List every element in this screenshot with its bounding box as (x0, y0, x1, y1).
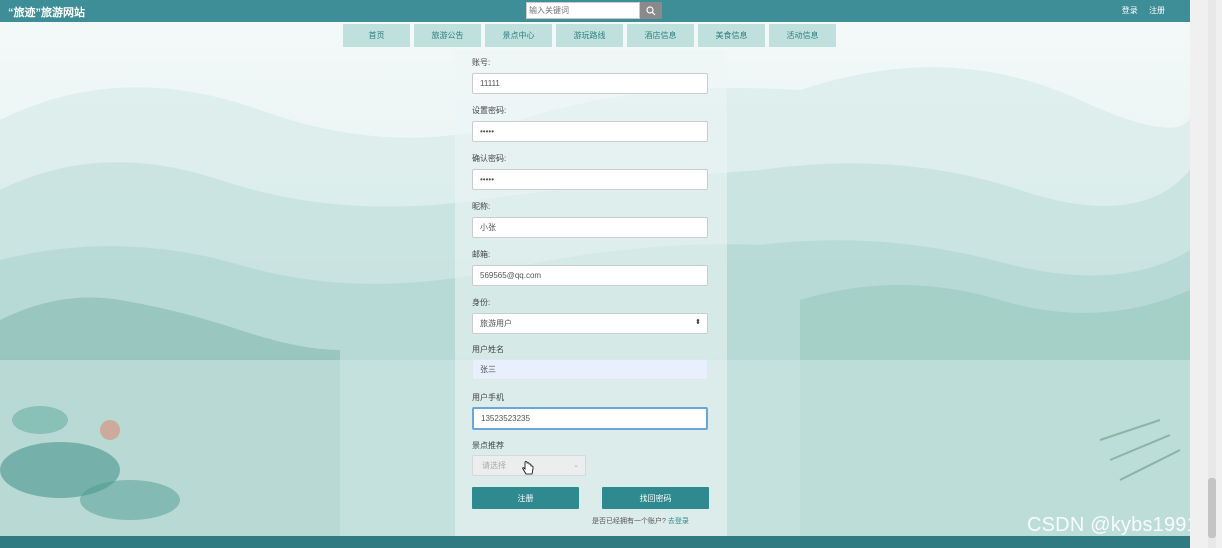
password-label: 设置密码: (472, 106, 507, 115)
account-label: 账号: (472, 58, 491, 67)
confirm-password-label: 确认密码: (472, 154, 507, 163)
main-nav: 首页 旅游公告 景点中心 游玩路线 酒店信息 美食信息 活动信息 (343, 24, 836, 47)
search-box (526, 2, 662, 19)
have-account-text: 是否已经拥有一个账户? (592, 518, 666, 525)
register-button[interactable]: 注册 (472, 487, 579, 509)
chevron-down-icon: ⌄ (573, 462, 579, 469)
site-title[interactable]: “旅迹”旅游网站 (8, 4, 85, 20)
watermark: CSDN @kybs1991 (1027, 514, 1198, 536)
search-button[interactable] (640, 2, 662, 19)
email-field[interactable]: 569565@qq.com (472, 265, 708, 286)
login-prompt: 是否已经拥有一个账户? 去登录 (592, 516, 689, 526)
phone-field[interactable]: 13523523235 (472, 407, 708, 430)
nav-announcements[interactable]: 旅游公告 (414, 24, 481, 47)
nickname-label: 昵称: (472, 202, 491, 211)
hand-cursor-icon (522, 461, 534, 475)
role-select-value: 旅游用户 (480, 319, 512, 328)
scrollbar-track[interactable] (1208, 0, 1216, 548)
password-field[interactable]: ••••• (472, 121, 708, 142)
register-link[interactable]: 注册 (1149, 6, 1165, 15)
realname-field[interactable]: 张三 (472, 359, 708, 380)
auth-links: 登录 注册 (1113, 5, 1165, 16)
nav-hotels[interactable]: 酒店信息 (627, 24, 694, 47)
updown-arrows-icon: ⬍ (695, 319, 701, 326)
page-scrollbar (1190, 0, 1222, 548)
forgot-password-button[interactable]: 找回密码 (602, 487, 709, 509)
role-select[interactable]: 旅游用户 ⬍ (472, 313, 708, 334)
login-link[interactable]: 登录 (1122, 6, 1138, 15)
go-login-link[interactable]: 去登录 (668, 518, 689, 525)
nav-activities[interactable]: 活动信息 (769, 24, 836, 47)
account-field[interactable]: 11111 (472, 73, 708, 94)
realname-label: 用户姓名 (472, 345, 504, 354)
nav-food[interactable]: 美食信息 (698, 24, 765, 47)
phone-label: 用户手机 (472, 393, 504, 402)
recommend-select-placeholder: 请选择 (482, 461, 506, 470)
nav-home[interactable]: 首页 (343, 24, 410, 47)
scrollbar-thumb[interactable] (1208, 478, 1216, 538)
confirm-password-field[interactable]: ••••• (472, 169, 708, 190)
email-label: 邮箱: (472, 250, 491, 259)
nav-attractions[interactable]: 景点中心 (485, 24, 552, 47)
search-icon (646, 5, 656, 15)
nav-routes[interactable]: 游玩路线 (556, 24, 623, 47)
footer-bar (0, 536, 1190, 548)
top-bar: “旅迹”旅游网站 登录 注册 (0, 0, 1190, 22)
recommend-label: 景点推荐 (472, 441, 504, 450)
role-label: 身份: (472, 298, 491, 307)
nickname-field[interactable]: 小张 (472, 217, 708, 238)
search-input[interactable] (526, 2, 640, 19)
